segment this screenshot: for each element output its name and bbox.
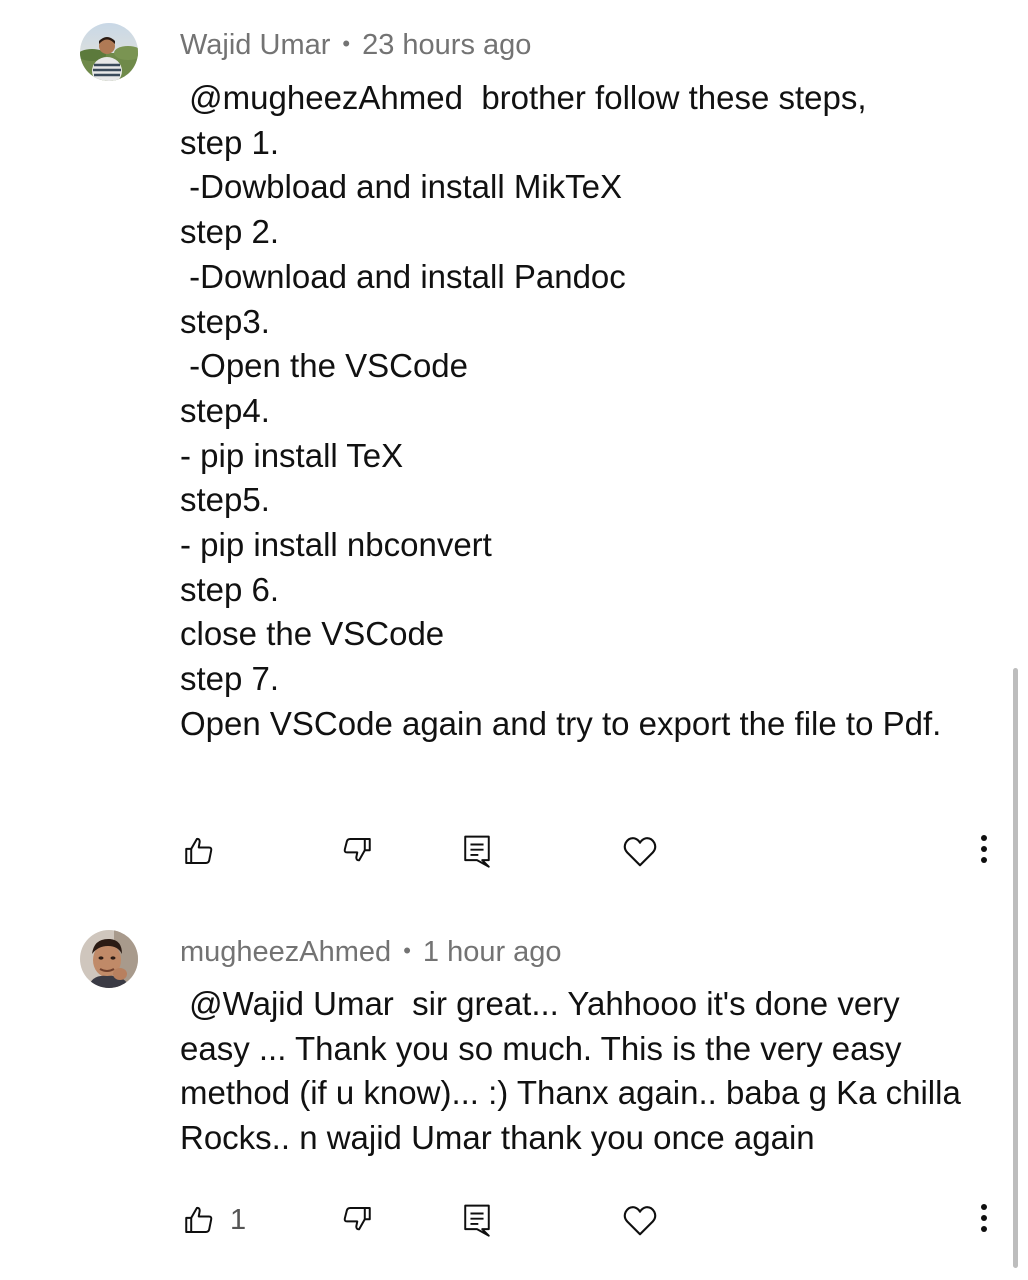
reply-icon [462,1203,492,1237]
comment-actions [0,826,1028,876]
comment-text: @Wajid Umar sir great... Yahhooo it's do… [180,985,970,1157]
reply-button[interactable] [462,1195,492,1245]
scrollbar[interactable] [1013,668,1018,1268]
reply-button[interactable] [462,826,492,876]
thumbs-up-icon [182,834,216,868]
thumbs-up-icon [182,1203,216,1237]
separator-dot: • [342,31,351,56]
more-vertical-icon [980,832,988,871]
more-options-button[interactable] [966,1195,1002,1245]
comment-meta: mugheezAhmed • 1 hour ago [180,933,562,970]
comment-actions: 1 [0,1195,1028,1245]
avatar-mugheez-ahmed[interactable] [80,930,138,988]
like-count: 1 [230,1203,247,1236]
heart-button[interactable] [622,826,658,876]
comment-author[interactable]: mugheezAhmed [180,936,391,968]
like-button[interactable]: 1 [182,1195,246,1245]
more-options-button[interactable] [966,826,1002,876]
thumbs-down-icon [340,834,374,868]
reply-icon [462,834,492,868]
heart-button[interactable] [622,1195,658,1245]
like-button[interactable] [182,826,230,876]
more-vertical-icon [980,1201,988,1240]
heart-icon [622,834,658,868]
comment-timestamp[interactable]: 1 hour ago [423,936,562,968]
comment-author[interactable]: Wajid Umar [180,29,330,61]
dislike-button[interactable] [340,826,374,876]
comment-text: @mugheezAhmed brother follow these steps… [180,79,942,742]
heart-icon [622,1203,658,1237]
comment-meta: Wajid Umar • 23 hours ago [180,26,531,63]
avatar-wajid-umar[interactable] [80,23,138,81]
dislike-button[interactable] [340,1195,374,1245]
separator-dot: • [403,938,411,963]
comment-timestamp[interactable]: 23 hours ago [362,29,531,61]
thumbs-down-icon [340,1203,374,1237]
